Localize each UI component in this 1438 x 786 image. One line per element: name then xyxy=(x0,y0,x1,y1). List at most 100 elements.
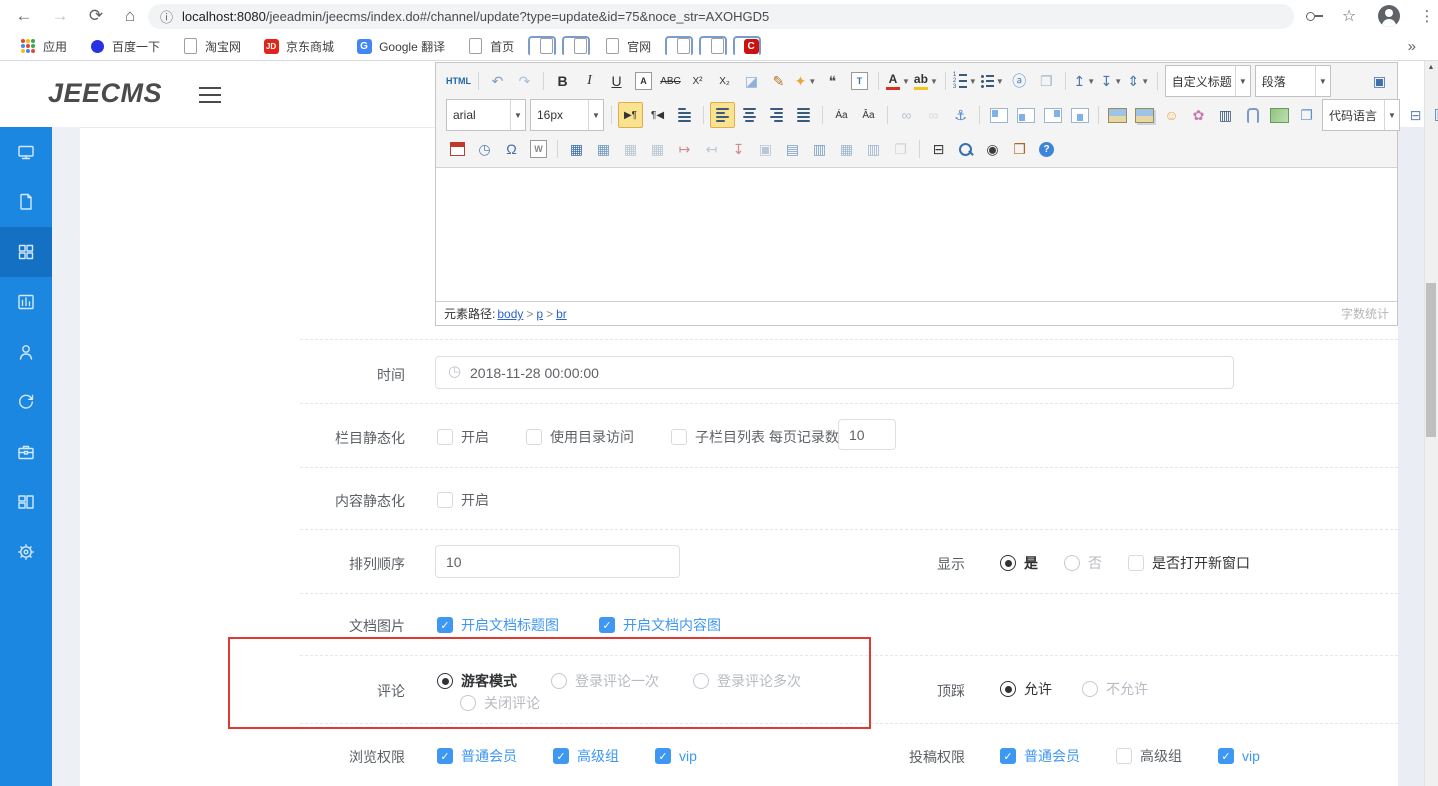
paste-as-text[interactable]: T xyxy=(847,68,872,94)
checkbox-open-new-window[interactable]: 是否打开新窗口 xyxy=(1128,553,1250,573)
find-replace[interactable]: ◉ xyxy=(980,136,1005,162)
table-header-row[interactable]: ▥ xyxy=(861,136,886,162)
to-lowercase[interactable]: Âa xyxy=(856,102,881,128)
insert-row-below[interactable]: ↧ xyxy=(726,136,751,162)
checkbox-member-normal[interactable]: ✓ 普通会员 xyxy=(437,746,517,766)
ordered-list[interactable]: 1 2 3 ▼ xyxy=(952,68,978,94)
checkbox-member-advanced[interactable]: 高级组 xyxy=(1116,746,1182,766)
insert-date[interactable] xyxy=(445,136,470,162)
radio-display-no[interactable]: 否 xyxy=(1064,553,1102,573)
bookmark-item[interactable]: 首页 xyxy=(459,36,522,57)
radio-control[interactable] xyxy=(1064,555,1080,571)
bookmark-item[interactable]: 官网 xyxy=(596,36,659,57)
merge-cells[interactable]: ▣ xyxy=(753,136,778,162)
table-properties[interactable]: ▦ xyxy=(591,136,616,162)
new-document[interactable]: ❐ xyxy=(1034,68,1059,94)
insert-link[interactable]: ∞ xyxy=(894,102,919,128)
insert-iframe[interactable]: ❐ xyxy=(1294,102,1319,128)
first-line-indent[interactable] xyxy=(672,102,697,128)
radio-display-yes[interactable]: 是 xyxy=(1000,553,1038,573)
source-code[interactable]: HTML xyxy=(445,68,472,94)
radio-guest-mode[interactable]: 游客模式 xyxy=(437,671,517,691)
undo[interactable]: ↶ xyxy=(485,68,510,94)
image-inline-left[interactable] xyxy=(1013,102,1038,128)
checkbox-control[interactable] xyxy=(671,429,687,445)
scrollbar-up-arrow[interactable]: ▲ xyxy=(1424,62,1438,74)
image-block-center[interactable] xyxy=(1067,102,1092,128)
checkbox-enable-content-image[interactable]: ✓ 开启文档内容图 xyxy=(599,615,721,635)
radio-login-comment-multi[interactable]: 登录评论多次 xyxy=(693,671,801,691)
forward-icon[interactable]: → xyxy=(48,4,72,28)
paragraph-format-select[interactable]: 段落 ▼ xyxy=(1254,65,1331,97)
nav-statistics[interactable] xyxy=(0,277,52,327)
font-family-select[interactable]: arial ▼ xyxy=(446,99,526,131)
checkbox-control[interactable] xyxy=(1128,555,1144,571)
page-info-icon[interactable]: ⓘ xyxy=(160,7,173,26)
back-icon[interactable]: ← xyxy=(12,4,36,28)
emoticon[interactable]: ☺ xyxy=(1159,102,1184,128)
checkbox-control[interactable]: ✓ xyxy=(1218,748,1234,764)
checkbox-enable-static[interactable]: 开启 xyxy=(437,490,489,510)
bookmarks-overflow-chevron[interactable]: » xyxy=(1408,38,1416,55)
order-input[interactable] xyxy=(435,545,680,578)
paragraph-space-after[interactable]: ↧ ▼ xyxy=(1099,68,1124,94)
bookmark-item[interactable]: 获取标题图 是不是通 xyxy=(562,35,591,55)
insert-col-right[interactable]: ↤ xyxy=(699,136,724,162)
unordered-list[interactable]: ▼ xyxy=(980,68,1005,94)
radio-close-comment[interactable]: 关闭评论 xyxy=(460,693,540,713)
scrawl[interactable]: ✿ xyxy=(1186,102,1211,128)
redo[interactable]: ↷ xyxy=(512,68,537,94)
nav-content[interactable] xyxy=(0,177,52,227)
insert-image[interactable] xyxy=(1105,102,1130,128)
italic[interactable]: I xyxy=(577,68,602,94)
custom-title-select[interactable]: 自定义标题 ▼ xyxy=(1164,65,1251,97)
auto-typeset[interactable]: ✦ ▼ xyxy=(793,68,818,94)
home-icon[interactable]: ⌂ xyxy=(118,4,142,28)
to-uppercase[interactable]: Áa xyxy=(829,102,854,128)
multi-image-upload[interactable] xyxy=(1132,102,1157,128)
radio-control[interactable] xyxy=(693,673,709,689)
radio-control[interactable] xyxy=(437,673,453,689)
word-image[interactable]: W xyxy=(526,136,551,162)
help[interactable]: ? xyxy=(1034,136,1059,162)
nav-maintenance[interactable] xyxy=(0,427,52,477)
ltr-paragraph[interactable]: ▶¶ xyxy=(618,102,643,128)
word-count-button[interactable]: 字数统计 xyxy=(1341,305,1389,322)
attachment[interactable] xyxy=(1240,102,1265,128)
subscript[interactable]: X₂ xyxy=(712,68,737,94)
font-color[interactable]: A ▼ xyxy=(885,68,911,94)
reload-icon[interactable]: ⟳ xyxy=(84,4,108,28)
checkbox-member-normal[interactable]: ✓ 普通会员 xyxy=(1000,746,1080,766)
nav-generate[interactable] xyxy=(0,377,52,427)
radio-disallow[interactable]: 不允许 xyxy=(1082,679,1148,699)
checkbox-control[interactable]: ✓ xyxy=(599,617,615,633)
checkbox-control[interactable] xyxy=(526,429,542,445)
align-left[interactable] xyxy=(710,102,735,128)
strikethrough[interactable]: ABC xyxy=(658,68,683,94)
blockquote[interactable]: ❝ xyxy=(820,68,845,94)
profile-avatar-icon[interactable] xyxy=(1378,5,1400,27)
hamburger-menu-icon[interactable] xyxy=(199,87,221,103)
scrollbar-thumb[interactable] xyxy=(1426,283,1436,437)
preview[interactable] xyxy=(953,136,978,162)
element-path-link[interactable]: body xyxy=(497,307,523,321)
split-cells[interactable]: ▦ xyxy=(834,136,859,162)
page-size-input[interactable] xyxy=(838,419,896,450)
radio-control[interactable] xyxy=(460,695,476,711)
column-layout[interactable] xyxy=(1430,102,1438,128)
checkbox-member-advanced[interactable]: ✓ 高级组 xyxy=(553,746,619,766)
insert-flash[interactable] xyxy=(1267,102,1292,128)
print[interactable]: ⊟ xyxy=(926,136,951,162)
paste[interactable]: ❒ xyxy=(1007,136,1032,162)
bookmark-item[interactable]: 淘宝网 xyxy=(174,36,249,57)
bookmark-item[interactable]: 百度一下 xyxy=(81,36,168,57)
bookmark-item[interactable]: JEEBBS论坛 - JEECM xyxy=(528,35,557,55)
insert-row-above[interactable]: ▦ xyxy=(645,136,670,162)
checkbox-control[interactable]: ✓ xyxy=(553,748,569,764)
password-key-icon[interactable] xyxy=(1303,5,1325,27)
align-right[interactable] xyxy=(764,102,789,128)
checkbox-control[interactable] xyxy=(1116,748,1132,764)
bookmark-item[interactable]: JD 京东商城 xyxy=(255,36,342,57)
bookmark-item[interactable]: 提取第一个级栏目下 xyxy=(665,35,694,55)
cell-properties[interactable]: ▦ xyxy=(618,136,643,162)
